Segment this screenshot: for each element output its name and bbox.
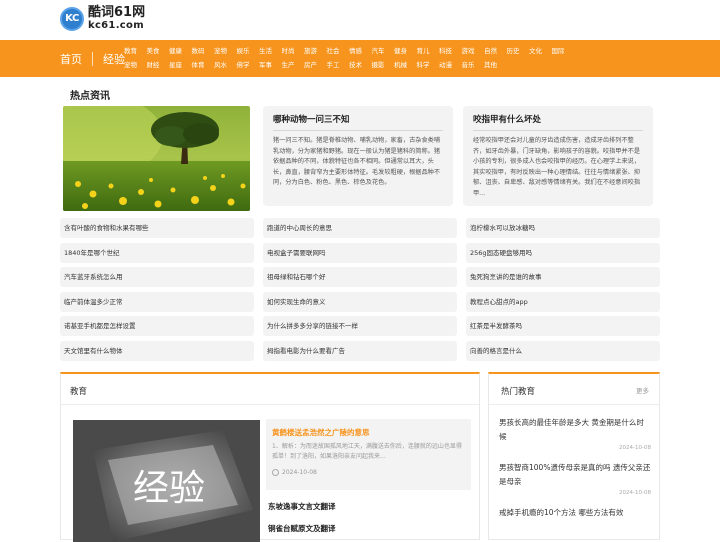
nav-category[interactable]: 教育	[124, 44, 147, 58]
nav-category[interactable]: 社会	[327, 44, 350, 58]
image-overlay-text: 经验	[133, 468, 205, 509]
clock-icon	[272, 469, 279, 476]
more-link[interactable]: 更多	[636, 385, 649, 395]
link-row: 汽车蓝牙系统怎么用 祖母绿和钻石哪个好 兔死狗烹讲的是谁的故事	[60, 267, 660, 288]
nav-category[interactable]: 健身	[394, 44, 417, 58]
hot-card-1-body: 猪一问三不知。猪是脊椎动物、哺乳动物，家畜，古杂食类哺乳动物，分为家猪和野猪。现…	[273, 137, 441, 186]
education-section: 教育 经验 黄鹤楼送孟浩然之广陵的意思 1、解析：为而迷故国孤风地江天，满腹送去…	[60, 372, 480, 542]
nav-category[interactable]: 科技	[439, 44, 462, 58]
hot-link[interactable]: 泡柠檬水可以放冰糖吗	[466, 218, 660, 238]
hot-card-1-title[interactable]: 哪种动物一问三不知	[273, 113, 443, 131]
hot-link[interactable]: 如何实现生命的意义	[263, 291, 457, 312]
feature-date: 2024-10-08	[282, 469, 317, 476]
education-feature[interactable]: 黄鹤楼送孟浩然之广陵的意思 1、解析：为而迷故国孤风地江天，满腹送去你后，连腰就…	[266, 419, 471, 490]
education-link-2[interactable]: 铜雀台赋原文及翻译	[268, 523, 336, 534]
hot-item[interactable]: 男孩长高的最佳年龄是多大 黄金期是什么时候 2024-10-08	[499, 416, 651, 451]
hot-link[interactable]: 祖母绿和钻石哪个好	[263, 267, 457, 288]
nav-category[interactable]: 音乐	[462, 58, 485, 72]
nav-category[interactable]: 生活	[259, 44, 282, 58]
hot-link[interactable]: 含有叶酸的食物和水果有哪些	[60, 218, 254, 238]
nav-divider	[92, 51, 93, 66]
nav-category[interactable]: 数码	[192, 44, 215, 58]
hot-card-2[interactable]: 咬指甲有什么坏处 经常咬指甲还会对儿童的牙齿造成伤害，造成牙齿排列不整齐，如牙齿…	[463, 106, 653, 206]
hot-link[interactable]: 电视盒子需要联网吗	[263, 242, 457, 263]
hot-link[interactable]: 256g固态硬盘够用吗	[466, 242, 660, 263]
link-row: 含有叶酸的食物和水果有哪些 跑道的中心周长的意思 泡柠檬水可以放冰糖吗	[60, 218, 660, 238]
nav-category[interactable]: 体育	[192, 58, 215, 72]
nav-category[interactable]: 手工	[327, 58, 350, 72]
site-logo[interactable]: KC 酷词61网 kc61.com	[60, 5, 146, 32]
nav-category[interactable]: 旅游	[304, 44, 327, 58]
nav-category[interactable]: 其他	[484, 58, 507, 72]
nav-category[interactable]: 星座	[169, 58, 192, 72]
nav-experience[interactable]: 经验	[103, 51, 125, 67]
link-row: 天文馆里有什么物体 拇指看电影为什么要看广告 向善的格言是什么	[60, 340, 660, 361]
logo-domain: kc61.com	[88, 20, 144, 32]
hot-link[interactable]: 红茶是半发酵茶吗	[466, 316, 660, 337]
nav-category[interactable]: 机械	[394, 58, 417, 72]
hot-link[interactable]: 兔死狗烹讲的是谁的故事	[466, 267, 660, 288]
nav-category[interactable]: 科学	[417, 58, 440, 72]
nav-category[interactable]: 美食	[147, 44, 170, 58]
link-row: 临产前体温多少正常 如何实现生命的意义 教程点心甜点的app	[60, 291, 660, 312]
education-image[interactable]: 经验	[73, 420, 260, 542]
hot-news-title: 热点资讯	[70, 91, 110, 102]
nav-category[interactable]: 房产	[304, 58, 327, 72]
nav-home[interactable]: 首页	[60, 51, 82, 67]
nav-category[interactable]: 财经	[147, 58, 170, 72]
nav-category[interactable]: 汽车	[372, 44, 395, 58]
nav-category[interactable]: 健康	[169, 44, 192, 58]
nav-category[interactable]: 自然	[484, 44, 507, 58]
link-row: 诺基亚手机都是怎样设置 为什么拼多多分享的链接不一样 红茶是半发酵茶吗	[60, 316, 660, 337]
nav-category[interactable]: 佛学	[237, 58, 260, 72]
hot-education-sidebar: 热门教育 更多 男孩长高的最佳年龄是多大 黄金期是什么时候 2024-10-08…	[488, 372, 660, 540]
nav-category[interactable]: 娱乐	[237, 44, 260, 58]
nav-category[interactable]: 游戏	[462, 44, 485, 58]
link-row: 1840年是哪个世纪 电视盒子需要联网吗 256g固态硬盘够用吗	[60, 242, 660, 263]
main-nav: 首页 经验 教育 美食 健康 数码 宠物 娱乐 生活 时尚 旅游 社会 情感 汽车 健身 育儿 科技 游戏 自然…	[0, 40, 720, 77]
nav-category[interactable]: 时尚	[282, 44, 305, 58]
education-link-1[interactable]: 东坡逸事文言文翻译	[268, 501, 336, 512]
hot-link[interactable]: 拇指看电影为什么要看广告	[263, 340, 457, 361]
hot-link[interactable]: 教程点心甜点的app	[466, 291, 660, 312]
site-header: KC 酷词61网 kc61.com	[0, 0, 720, 40]
hot-link[interactable]: 为什么拼多多分享的链接不一样	[263, 316, 457, 337]
hot-card-2-body: 经常咬指甲还会对儿童的牙齿造成伤害，造成牙齿排列不整齐，如牙齿外暴，门牙缺角，影…	[473, 137, 641, 197]
hot-card-1[interactable]: 哪种动物一问三不知 猪一问三不知。猪是脊椎动物、哺乳动物，家畜，古杂食类哺乳动物…	[263, 106, 453, 206]
hot-link[interactable]: 汽车蓝牙系统怎么用	[60, 267, 254, 288]
hot-link[interactable]: 临产前体温多少正常	[60, 291, 254, 312]
nav-category[interactable]: 生产	[282, 58, 305, 72]
hot-education-title: 热门教育	[501, 387, 536, 397]
nav-category[interactable]: 军事	[259, 58, 282, 72]
notebook-photo: 经验	[73, 420, 260, 542]
feature-desc: 1、解析：为而迷故国孤风地江天，满腹送去你后，连腰就的远山也显得孤单！到了洛阳，…	[272, 443, 462, 460]
nav-category[interactable]: 摄影	[372, 58, 395, 72]
hot-link[interactable]: 诺基亚手机都是怎样设置	[60, 316, 254, 337]
nav-category[interactable]: 国际	[552, 44, 575, 58]
hot-link[interactable]: 向善的格言是什么	[466, 340, 660, 361]
hot-item[interactable]: 戒掉手机瘾的10个方法 哪些方法有效	[499, 506, 651, 520]
education-title: 教育	[70, 387, 88, 397]
nav-category[interactable]: 情感	[349, 44, 372, 58]
nav-category[interactable]: 宠物	[124, 58, 147, 72]
hot-links-grid: 含有叶酸的食物和水果有哪些 跑道的中心周长的意思 泡柠檬水可以放冰糖吗 1840年是哪…	[60, 218, 660, 366]
hot-link[interactable]: 跑道的中心周长的意思	[263, 218, 457, 238]
nav-category[interactable]: 风水	[214, 58, 237, 72]
nav-category[interactable]: 宠物	[214, 44, 237, 58]
logo-mark: KC	[60, 6, 84, 31]
nav-category[interactable]: 历史	[507, 44, 530, 58]
logo-name: 酷词61网	[88, 5, 146, 20]
hot-item[interactable]: 男孩智商100%遗传母亲是真的吗 遗传父亲还是母亲 2024-10-08	[499, 461, 651, 496]
feature-title[interactable]: 黄鹤楼送孟浩然之广陵的意思	[272, 427, 465, 438]
nav-category[interactable]: 文化	[529, 44, 552, 58]
hot-card-2-title[interactable]: 咬指甲有什么坏处	[473, 113, 643, 131]
meadow-photo	[63, 106, 250, 211]
nav-category[interactable]: 动漫	[439, 58, 462, 72]
nav-category[interactable]: 育儿	[417, 44, 440, 58]
hero-image[interactable]	[63, 106, 250, 211]
nav-categories: 教育 美食 健康 数码 宠物 娱乐 生活 时尚 旅游 社会 情感 汽车 健身 育儿 科技 游戏 自然 历史 文化 国际…	[124, 44, 584, 72]
hot-link[interactable]: 天文馆里有什么物体	[60, 340, 254, 361]
nav-category[interactable]: 技术	[349, 58, 372, 72]
hot-link[interactable]: 1840年是哪个世纪	[60, 242, 254, 263]
